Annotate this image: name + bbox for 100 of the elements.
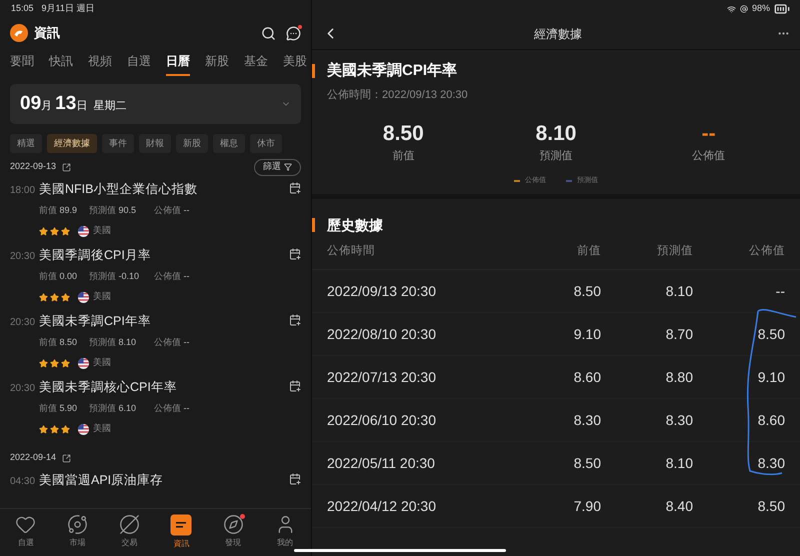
flag-icon xyxy=(78,226,89,236)
star-icon xyxy=(50,358,59,368)
table-cell-text: 2022/04/12 20:30 xyxy=(327,496,437,516)
bottom-nav-item[interactable]: 交易 xyxy=(104,514,156,549)
stat-label: 前值 xyxy=(392,148,414,164)
section-title: 歷史數據 xyxy=(327,216,383,234)
previous-value: 前值 89.9 xyxy=(39,204,78,217)
publish-time: 公佈時間：2022/09/13 20:30 xyxy=(327,88,469,103)
table-cell-text: 8.80 xyxy=(664,368,693,386)
bottom-nav-item[interactable]: 自選 xyxy=(0,514,52,549)
event-title[interactable]: 美國未季調CPI年率 xyxy=(39,312,151,331)
star-icon xyxy=(39,226,48,236)
column-header: 前值 xyxy=(576,244,601,260)
bottom-nav-item[interactable]: 市場 xyxy=(52,514,104,549)
day-date: 2022-09-13 xyxy=(10,160,56,174)
previous-value: 前值 8.50 xyxy=(39,336,78,349)
flag-icon xyxy=(78,292,89,302)
table-cell-text: 8.50 xyxy=(572,454,601,472)
status-time: 15:05 xyxy=(11,2,34,16)
table-cell-text: 8.30 xyxy=(664,410,693,430)
category-tab[interactable]: 視頻 xyxy=(88,48,112,76)
event-title[interactable]: 美國季調後CPI月率 xyxy=(39,246,151,265)
table-cell-text: 8.50 xyxy=(756,324,785,344)
filter-chip[interactable]: 權息 xyxy=(213,134,245,153)
calendar-add-icon[interactable] xyxy=(289,248,301,260)
star-icon xyxy=(50,292,59,302)
stat-value: 8.50 xyxy=(382,120,424,146)
table-cell-text: 8.50 xyxy=(572,282,601,300)
table-cell-text: 2022/09/13 20:30 xyxy=(327,282,437,300)
event-title[interactable]: 美國NFIB小型企業信心指數 xyxy=(39,180,198,199)
filter-chip[interactable]: 財報 xyxy=(139,134,171,153)
filter-chip[interactable]: 事件 xyxy=(102,134,134,153)
planet-icon xyxy=(67,514,88,535)
category-tab[interactable]: 日曆 xyxy=(166,48,190,76)
star-icon xyxy=(50,226,59,236)
calendar-add-icon[interactable] xyxy=(289,314,301,326)
status-date: 9月11日 週日 xyxy=(42,2,94,16)
logo-icon xyxy=(10,24,28,42)
event-time: 18:00 xyxy=(10,184,36,198)
filter-icon xyxy=(284,163,292,171)
previous-value: 前值 0.00 xyxy=(39,270,78,283)
filter-chip[interactable]: 休市 xyxy=(250,134,282,153)
document-icon xyxy=(170,514,192,536)
table-cell-text: 8.30 xyxy=(572,410,601,430)
forecast-value: 預測值 -0.10 xyxy=(89,270,140,283)
bottom-nav-item[interactable]: 我的 xyxy=(259,514,311,549)
category-tab[interactable]: 美股 xyxy=(283,48,307,76)
message-icon[interactable] xyxy=(286,26,301,40)
stat-value: -- xyxy=(702,120,716,146)
heart-icon xyxy=(15,514,36,535)
category-tab[interactable]: 新股 xyxy=(205,48,229,76)
calendar-add-icon[interactable] xyxy=(289,473,301,485)
share-icon[interactable] xyxy=(62,454,72,462)
filter-button[interactable]: 篩選 xyxy=(254,158,301,176)
stat-label: 預測值 xyxy=(540,148,572,164)
table-cell-text: 9.10 xyxy=(756,368,785,386)
search-icon[interactable] xyxy=(261,26,276,40)
event-time: 20:30 xyxy=(10,382,36,396)
table-cell-text: 8.10 xyxy=(664,282,693,300)
filter-chip[interactable]: 新股 xyxy=(176,134,208,153)
category-tab[interactable]: 快訊 xyxy=(49,48,73,76)
category-tab[interactable]: 要聞 xyxy=(10,48,34,76)
forecast-value: 預測值 6.10 xyxy=(89,402,138,415)
wifi-icon xyxy=(726,4,736,14)
country-label: 美國 xyxy=(93,290,111,304)
flag-icon xyxy=(78,358,89,368)
table-cell-text: 7.90 xyxy=(572,496,601,516)
table-cell-text: 8.60 xyxy=(572,368,601,386)
actual-value: 公佈值 -- xyxy=(154,336,190,349)
filter-chip[interactable]: 經濟數據 xyxy=(47,134,97,153)
share-icon[interactable] xyxy=(62,162,72,172)
calendar-add-icon[interactable] xyxy=(289,182,301,194)
forecast-value: 預測值 8.10 xyxy=(89,336,138,349)
column-header: 預測值 xyxy=(656,244,693,260)
calendar-add-icon[interactable] xyxy=(289,380,301,392)
table-cell-text: 2022/07/13 20:30 xyxy=(327,368,437,386)
star-icon xyxy=(61,424,70,434)
table-cell-text: 8.60 xyxy=(756,410,785,430)
actual-value: 公佈值 -- xyxy=(154,270,190,283)
star-icon xyxy=(50,424,59,434)
bottom-nav-item[interactable]: 資訊 xyxy=(155,514,208,550)
date-picker[interactable]: 09月 13日 星期二 xyxy=(10,84,301,124)
app-title: 資訊 xyxy=(34,24,60,42)
table-cell-text: 2022/08/10 20:30 xyxy=(327,324,437,344)
event-time: 04:30 xyxy=(10,475,36,489)
event-title[interactable]: 美國未季調核心CPI年率 xyxy=(39,378,177,397)
star-icon xyxy=(39,292,48,302)
column-header: 公佈時間 xyxy=(327,244,376,260)
slashed-circle-icon xyxy=(119,514,140,535)
table-cell-text: 8.50 xyxy=(756,496,785,516)
table-cell-text: -- xyxy=(774,282,785,300)
category-tab[interactable]: 基金 xyxy=(244,48,268,76)
actual-value: 公佈值 -- xyxy=(154,204,190,217)
battery-percent: 98% xyxy=(752,2,770,16)
flag-icon xyxy=(78,424,89,434)
table-cell-text: 8.70 xyxy=(664,324,693,344)
event-title[interactable]: 美國當週API原油庫存 xyxy=(39,471,164,490)
bottom-nav-item[interactable]: 發現 xyxy=(207,514,260,549)
category-tab[interactable]: 自選 xyxy=(127,48,151,76)
filter-chip[interactable]: 精選 xyxy=(10,134,42,153)
